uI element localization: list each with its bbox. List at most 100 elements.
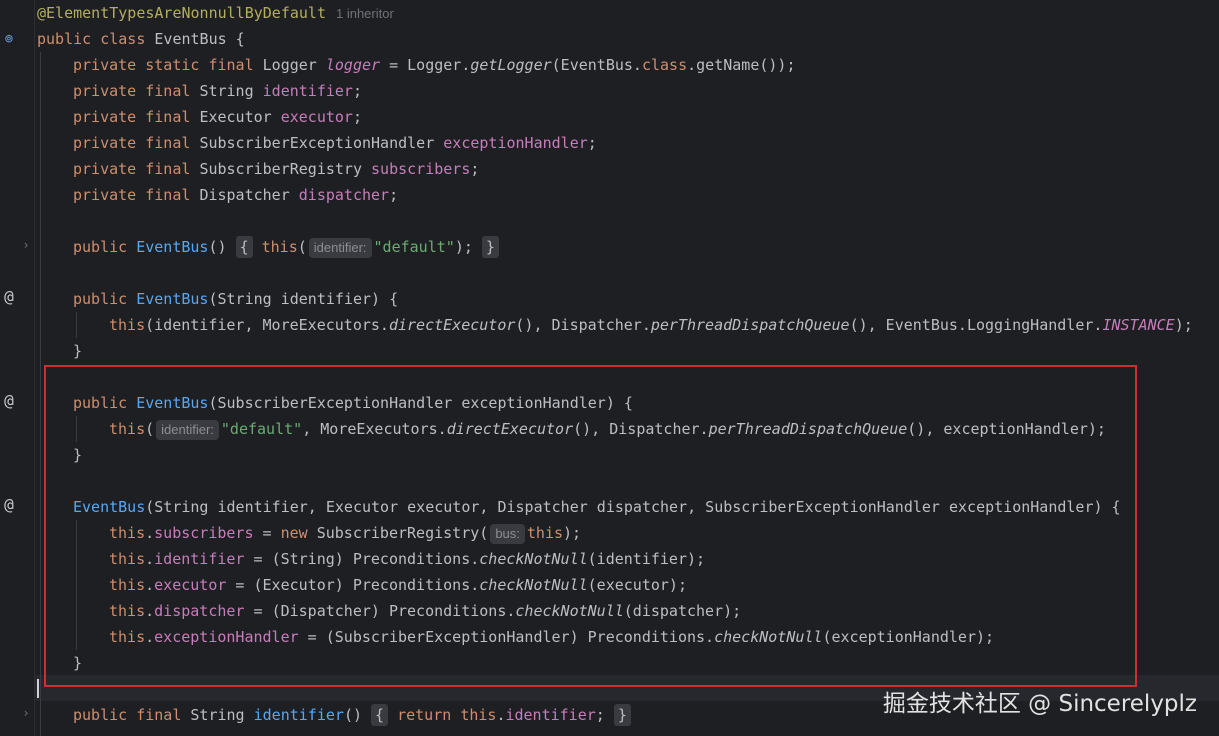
code-line-ctor-identifier-body[interactable]: this(identifier, MoreExecutors.directExe… — [109, 312, 1193, 338]
keyword: private — [73, 160, 137, 178]
keyword: public — [73, 706, 128, 724]
keyword: final — [145, 134, 191, 152]
semicolon: ; — [470, 160, 480, 178]
keyword: final — [145, 82, 191, 100]
keyword: public — [73, 290, 128, 308]
code-text: (identifier, MoreExecutors. — [145, 316, 389, 334]
text-caret — [37, 679, 39, 698]
code-line-identifier-getter[interactable]: public final String identifier() { retur… — [73, 702, 631, 728]
type-name: Executor — [199, 108, 272, 126]
at-annotation-icon[interactable]: @ — [0, 495, 18, 515]
keyword: final — [208, 56, 254, 74]
keyword: class — [641, 56, 688, 74]
code-text: ); — [1174, 316, 1193, 334]
type-name: String — [190, 706, 245, 724]
field-name: subscribers — [371, 160, 471, 178]
code-text: = Logger. — [380, 56, 471, 74]
folded-brace[interactable]: { — [371, 704, 389, 726]
code-line-identifier-field[interactable]: private final String identifier; — [73, 78, 362, 104]
semicolon: ; — [587, 134, 597, 152]
static-method-call: getLogger — [470, 56, 552, 74]
code-line-subscribers-field[interactable]: private final SubscriberRegistry subscri… — [73, 156, 479, 182]
indent-guide — [40, 52, 41, 736]
code-line-class-decl[interactable]: public class EventBus { — [37, 26, 245, 52]
code-text: .getName()); — [687, 56, 796, 74]
string-literal: "default" — [373, 238, 455, 256]
code-line-logger-field[interactable]: private static final Logger logger = Log… — [73, 52, 796, 78]
keyword: public — [73, 238, 128, 256]
semicolon: ; — [389, 186, 399, 204]
field-name: executor — [280, 108, 353, 126]
type-name: Dispatcher — [199, 186, 290, 204]
code-text: () — [208, 238, 227, 256]
keyword: final — [136, 706, 182, 724]
static-field-name: INSTANCE — [1102, 316, 1175, 334]
method-name: identifier — [253, 706, 344, 724]
fold-chevron-right-icon[interactable]: › — [18, 235, 34, 255]
semicolon: ; — [595, 706, 605, 724]
keyword: this — [109, 316, 146, 334]
indent-guide — [76, 312, 77, 338]
keyword: this — [460, 706, 497, 724]
keyword: final — [145, 186, 191, 204]
code-line-ctor-default[interactable]: public EventBus() { this(identifier: "def… — [73, 234, 499, 260]
keyword: private — [73, 82, 137, 100]
code-editor[interactable]: ⊚ › @ @ @ › @ElementTypesAreNonnullByDef… — [0, 0, 1219, 736]
keyword: private — [73, 186, 137, 204]
static-field-name: logger — [325, 56, 381, 74]
code-text: ( — [297, 238, 307, 256]
constructor-name: EventBus — [136, 238, 209, 256]
code-line-ctor-identifier[interactable]: public EventBus(String identifier) { — [73, 286, 398, 312]
brace: } — [73, 342, 83, 360]
at-annotation-icon[interactable]: @ — [0, 287, 18, 307]
field-name: exceptionHandler — [443, 134, 588, 152]
code-line-annotation[interactable]: @ElementTypesAreNonnullByDefault 1 inheri… — [37, 0, 394, 26]
field-name: identifier — [262, 82, 353, 100]
type-name: SubscriberRegistry — [199, 160, 362, 178]
code-line-handler-field[interactable]: private final SubscriberExceptionHandler… — [73, 130, 597, 156]
field-name: identifier — [505, 706, 596, 724]
annotation-token: @ElementTypesAreNonnullByDefault — [37, 4, 326, 22]
field-name: dispatcher — [298, 186, 390, 204]
keyword: class — [100, 30, 146, 48]
code-text: (String identifier) { — [208, 290, 399, 308]
keyword: public — [37, 30, 92, 48]
watermark-text: 掘金技术社区 @ Sincerelyplz — [882, 691, 1197, 717]
static-method-call: perThreadDispatchQueue — [650, 316, 850, 334]
code-text: () — [343, 706, 362, 724]
parameter-hint: identifier: — [308, 238, 372, 258]
type-name: String — [199, 82, 254, 100]
editor-gutter: ⊚ › @ @ @ › — [0, 0, 35, 736]
fold-chevron-right-icon[interactable]: › — [18, 703, 34, 723]
keyword: private — [73, 134, 137, 152]
keyword: this — [261, 238, 298, 256]
static-method-call: directExecutor — [388, 316, 516, 334]
code-text: ); — [454, 238, 473, 256]
semicolon: ; — [352, 108, 362, 126]
code-text: (), Dispatcher. — [515, 316, 651, 334]
semicolon: ; — [352, 82, 362, 100]
keyword: final — [145, 108, 191, 126]
highlight-annotation-box — [44, 365, 1137, 687]
keyword: static — [145, 56, 200, 74]
constructor-name: EventBus — [136, 290, 209, 308]
inheritor-hint[interactable]: 1 inheritor — [336, 6, 394, 21]
class-name: EventBus — [154, 30, 227, 48]
code-line-dispatcher-field[interactable]: private final Dispatcher dispatcher; — [73, 182, 398, 208]
at-annotation-icon[interactable]: @ — [0, 391, 18, 411]
keyword: final — [145, 160, 191, 178]
type-name: SubscriberExceptionHandler — [199, 134, 435, 152]
code-line-executor-field[interactable]: private final Executor executor; — [73, 104, 362, 130]
keyword: private — [73, 56, 137, 74]
folded-brace[interactable]: } — [481, 236, 499, 258]
code-line-close-brace[interactable]: } — [73, 338, 82, 364]
keyword: return — [397, 706, 452, 724]
implemented-class-icon[interactable]: ⊚ — [0, 29, 18, 49]
code-text: (), EventBus.LoggingHandler. — [849, 316, 1103, 334]
brace: { — [226, 30, 245, 48]
type-name: Logger — [262, 56, 317, 74]
folded-brace[interactable]: { — [235, 236, 253, 258]
folded-brace[interactable]: } — [613, 704, 631, 726]
keyword: private — [73, 108, 137, 126]
code-text: (EventBus. — [551, 56, 642, 74]
